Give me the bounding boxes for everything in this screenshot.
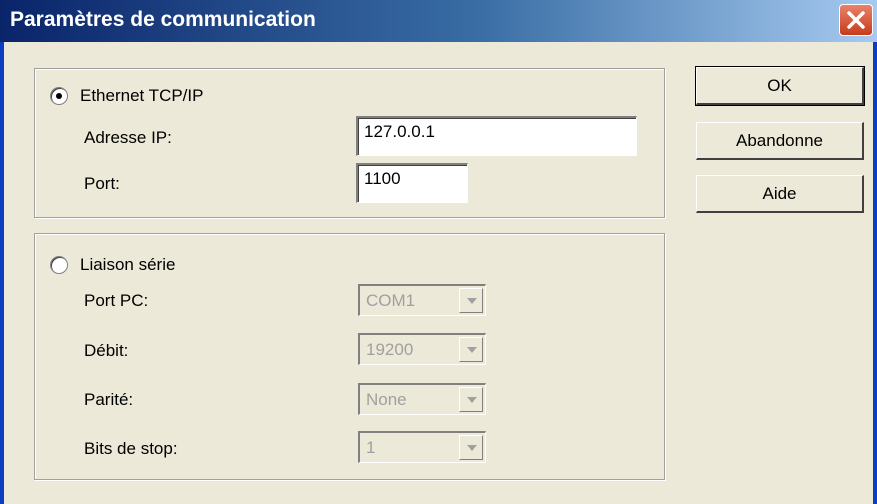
ok-button[interactable]: OK xyxy=(695,66,865,106)
ip-address-label: Adresse IP: xyxy=(84,128,172,147)
close-button[interactable] xyxy=(839,4,873,36)
window-title: Paramètres de communication xyxy=(10,8,316,31)
baud-rate-label: Débit: xyxy=(84,341,129,360)
port-input[interactable]: 1100 xyxy=(356,163,468,203)
serial-label: Liaison série xyxy=(80,255,176,274)
chevron-down-icon xyxy=(467,298,477,304)
baud-rate-value: 19200 xyxy=(366,340,414,359)
ethernet-radio[interactable] xyxy=(50,87,68,105)
ethernet-radio-option[interactable]: Ethernet TCP/IP xyxy=(50,86,203,106)
window-border-right xyxy=(873,42,877,504)
serial-radio[interactable] xyxy=(50,256,68,274)
baud-rate-select[interactable]: 19200 xyxy=(358,333,486,365)
port-pc-dropdown-button[interactable] xyxy=(459,288,483,313)
parity-select[interactable]: None xyxy=(358,383,486,415)
chevron-down-icon xyxy=(467,445,477,451)
help-button[interactable]: Aide xyxy=(696,175,864,213)
ethernet-label: Ethernet TCP/IP xyxy=(80,86,204,105)
baud-rate-dropdown-button[interactable] xyxy=(459,337,483,362)
stop-bits-value: 1 xyxy=(366,438,376,457)
ip-address-input[interactable]: 127.0.0.1 xyxy=(356,116,637,156)
port-pc-select[interactable]: COM1 xyxy=(358,284,486,316)
stop-bits-dropdown-button[interactable] xyxy=(459,435,483,460)
stop-bits-select[interactable]: 1 xyxy=(358,431,486,463)
chevron-down-icon xyxy=(467,347,477,353)
title-bar: Paramètres de communication xyxy=(0,0,877,42)
window-border-left xyxy=(0,42,4,504)
parity-label: Parité: xyxy=(84,390,134,409)
serial-radio-option[interactable]: Liaison série xyxy=(50,255,175,275)
chevron-down-icon xyxy=(467,397,477,403)
port-pc-label: Port PC: xyxy=(84,291,149,310)
cancel-button[interactable]: Abandonne xyxy=(696,122,864,160)
port-pc-value: COM1 xyxy=(366,291,416,310)
port-label: Port: xyxy=(84,174,120,193)
radio-selected-dot xyxy=(56,93,62,99)
stop-bits-label: Bits de stop: xyxy=(84,439,178,458)
parity-value: None xyxy=(366,390,407,409)
parity-dropdown-button[interactable] xyxy=(459,387,483,412)
close-icon xyxy=(847,11,865,29)
